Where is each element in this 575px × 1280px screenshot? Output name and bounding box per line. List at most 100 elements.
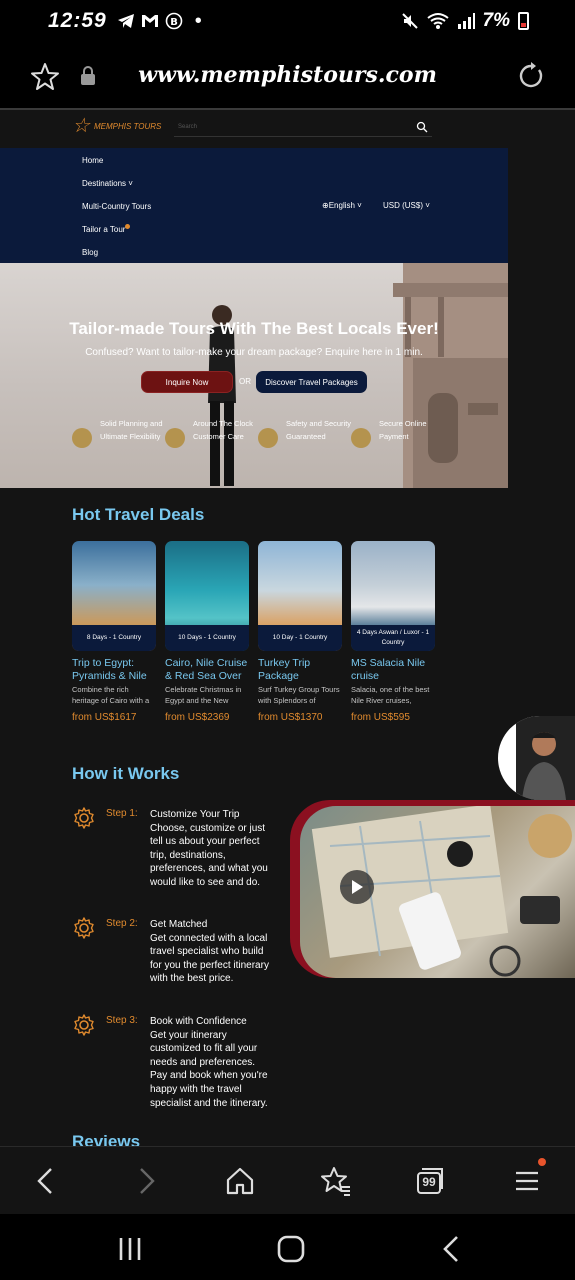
feature-icon xyxy=(351,428,371,448)
video-play-button[interactable] xyxy=(340,870,374,904)
browser-bottom-bar: 99 xyxy=(0,1146,575,1214)
chat-agent-avatar[interactable] xyxy=(498,716,575,800)
step-title: Get Matched xyxy=(150,919,208,930)
deal-desc: Combine the rich heritage of Cairo with … xyxy=(72,685,150,705)
recent-apps-icon[interactable] xyxy=(115,1234,145,1264)
step-text: Get your itinerary customized to fit all… xyxy=(150,1029,268,1109)
status-time: 12:59 xyxy=(48,9,107,32)
logo-star-icon: ☆ xyxy=(72,115,90,137)
site-search-input[interactable]: Search xyxy=(174,119,432,137)
notification-icons: B • xyxy=(117,10,202,33)
nav-multi-country[interactable]: Multi-Country Tours xyxy=(82,202,151,211)
site-logo[interactable]: ☆ MEMPHIS TOURS xyxy=(72,116,161,136)
step-text: Get connected with a local travel specia… xyxy=(150,932,269,985)
bookmarks-icon[interactable] xyxy=(320,1165,352,1197)
status-bar: 12:59 B • 7% xyxy=(0,0,575,42)
home-icon[interactable] xyxy=(224,1165,256,1197)
hero-building-image xyxy=(393,263,508,488)
nav-blog[interactable]: Blog xyxy=(82,248,98,257)
logo-text: MEMPHIS TOURS xyxy=(93,121,162,131)
globe-icon: ⊕ xyxy=(322,201,329,210)
feature-text: Solid Planning and Ultimate Flexibility xyxy=(100,419,163,441)
hot-deals-heading: Hot Travel Deals xyxy=(72,505,205,524)
deal-card[interactable]: 4 Days Aswan / Luxor - 1 Country MS Sala… xyxy=(351,541,435,723)
deal-price: from US$595 xyxy=(351,712,410,723)
menu-icon[interactable] xyxy=(511,1165,543,1197)
feature-text: Around The Clock Customer Care xyxy=(193,419,253,441)
tab-count: 99 xyxy=(422,1175,436,1189)
deal-card[interactable]: 8 Days - 1 Country Trip to Egypt: Pyrami… xyxy=(72,541,156,723)
deal-image: 10 Days - 1 Country xyxy=(165,541,249,651)
hero-subtitle: Confused? Want to tailor-make your dream… xyxy=(85,347,423,358)
browser-url-bar: www.memphistours.com xyxy=(0,42,575,110)
or-label: OR xyxy=(239,377,251,386)
deal-name[interactable]: Trip to Egypt: Pyramids & Nile xyxy=(72,657,156,682)
step-label: Step 1: xyxy=(106,808,138,819)
feature-icon xyxy=(165,428,185,448)
deal-desc: Salacia, one of the best Nile River crui… xyxy=(351,685,430,705)
feature-planning: Solid Planning and Ultimate Flexibility xyxy=(72,418,172,448)
language-select[interactable]: ⊕English ˅ xyxy=(322,201,362,210)
hero-banner: Tailor-made Tours With The Best Locals E… xyxy=(0,263,508,488)
deal-card[interactable]: 10 Days - 1 Country Cairo, Nile Cruise &… xyxy=(165,541,249,723)
feature-text: Secure Online Payment xyxy=(379,419,427,441)
nav-destinations[interactable]: Destinations ˅ xyxy=(82,179,133,188)
how-it-works-heading: How it Works xyxy=(72,764,180,783)
deal-image: 8 Days - 1 Country xyxy=(72,541,156,651)
deal-badge: 4 Days Aswan / Luxor - 1 Country xyxy=(351,625,435,651)
battery-icon xyxy=(518,12,529,30)
site-nav: Home Destinations ˅ Multi-Country Tours … xyxy=(0,148,508,263)
svg-text:B: B xyxy=(170,17,178,28)
feature-icon xyxy=(258,428,278,448)
tabs-button[interactable]: 99 xyxy=(414,1165,446,1197)
deal-badge: 10 Days - 1 Country xyxy=(165,625,249,651)
more-dot-icon: • xyxy=(194,9,202,32)
inquire-now-button[interactable]: Inquire Now xyxy=(141,371,233,393)
search-icon[interactable] xyxy=(416,121,428,133)
site-header: ☆ MEMPHIS TOURS Search xyxy=(0,110,508,148)
deal-price: from US$1370 xyxy=(258,712,323,723)
play-icon xyxy=(352,880,363,894)
step-label: Step 3: xyxy=(106,1015,138,1026)
system-home-icon[interactable] xyxy=(276,1234,306,1264)
gear-icon xyxy=(74,807,94,829)
gear-icon xyxy=(74,1014,94,1036)
deal-name[interactable]: Turkey Trip Package xyxy=(258,657,342,682)
wifi-icon xyxy=(426,13,449,29)
step-label: Step 2: xyxy=(106,918,138,929)
search-placeholder: Search xyxy=(178,124,198,130)
nav-tailor-label: Tailor a Tour xyxy=(82,225,126,234)
back-icon[interactable] xyxy=(31,1165,63,1197)
deal-badge: 8 Days - 1 Country xyxy=(72,625,156,651)
url-text[interactable]: www.memphistours.com xyxy=(0,62,575,88)
system-nav-bar xyxy=(0,1214,575,1280)
reload-icon[interactable] xyxy=(517,62,545,90)
reviews-heading: Reviews xyxy=(72,1132,141,1146)
gear-icon xyxy=(74,917,94,939)
feature-payment: Secure Online Payment xyxy=(351,418,451,448)
deal-card[interactable]: 10 Day - 1 Country Turkey Trip Package S… xyxy=(258,541,342,723)
deal-name[interactable]: MS Salacia Nile cruise xyxy=(351,657,435,682)
how-it-works-video[interactable] xyxy=(290,800,575,978)
feature-text: Safety and Security Guaranteed xyxy=(286,419,352,441)
forward-icon[interactable] xyxy=(129,1165,161,1197)
step-title: Book with Confidence xyxy=(150,1016,247,1027)
deal-desc: Surf Turkey Group Tours with Splendors o… xyxy=(258,685,340,705)
mute-icon xyxy=(401,13,418,29)
discover-packages-button[interactable]: Discover Travel Packages xyxy=(256,371,367,393)
telegram-icon xyxy=(117,14,134,28)
deal-desc: Celebrate Christmas in Egypt and the New xyxy=(165,685,242,705)
deal-name[interactable]: Cairo, Nile Cruise & Red Sea Over xyxy=(165,657,249,682)
feature-safety: Safety and Security Guaranteed xyxy=(258,418,358,448)
b-icon: B xyxy=(165,12,183,30)
nav-home[interactable]: Home xyxy=(82,156,103,165)
menu-notification-dot xyxy=(538,1158,546,1166)
feature-care: Around The Clock Customer Care xyxy=(165,418,265,448)
nav-notification-dot xyxy=(125,224,131,229)
signal-icon xyxy=(457,13,475,29)
step-body: Book with Confidence Get your itinerary … xyxy=(150,1015,274,1110)
step-body: Get Matched Get connected with a local t… xyxy=(150,918,274,986)
currency-select[interactable]: USD (US$) ˅ xyxy=(383,201,430,210)
nav-tailor[interactable]: Tailor a Tour xyxy=(82,224,131,234)
system-back-icon[interactable] xyxy=(437,1234,467,1264)
